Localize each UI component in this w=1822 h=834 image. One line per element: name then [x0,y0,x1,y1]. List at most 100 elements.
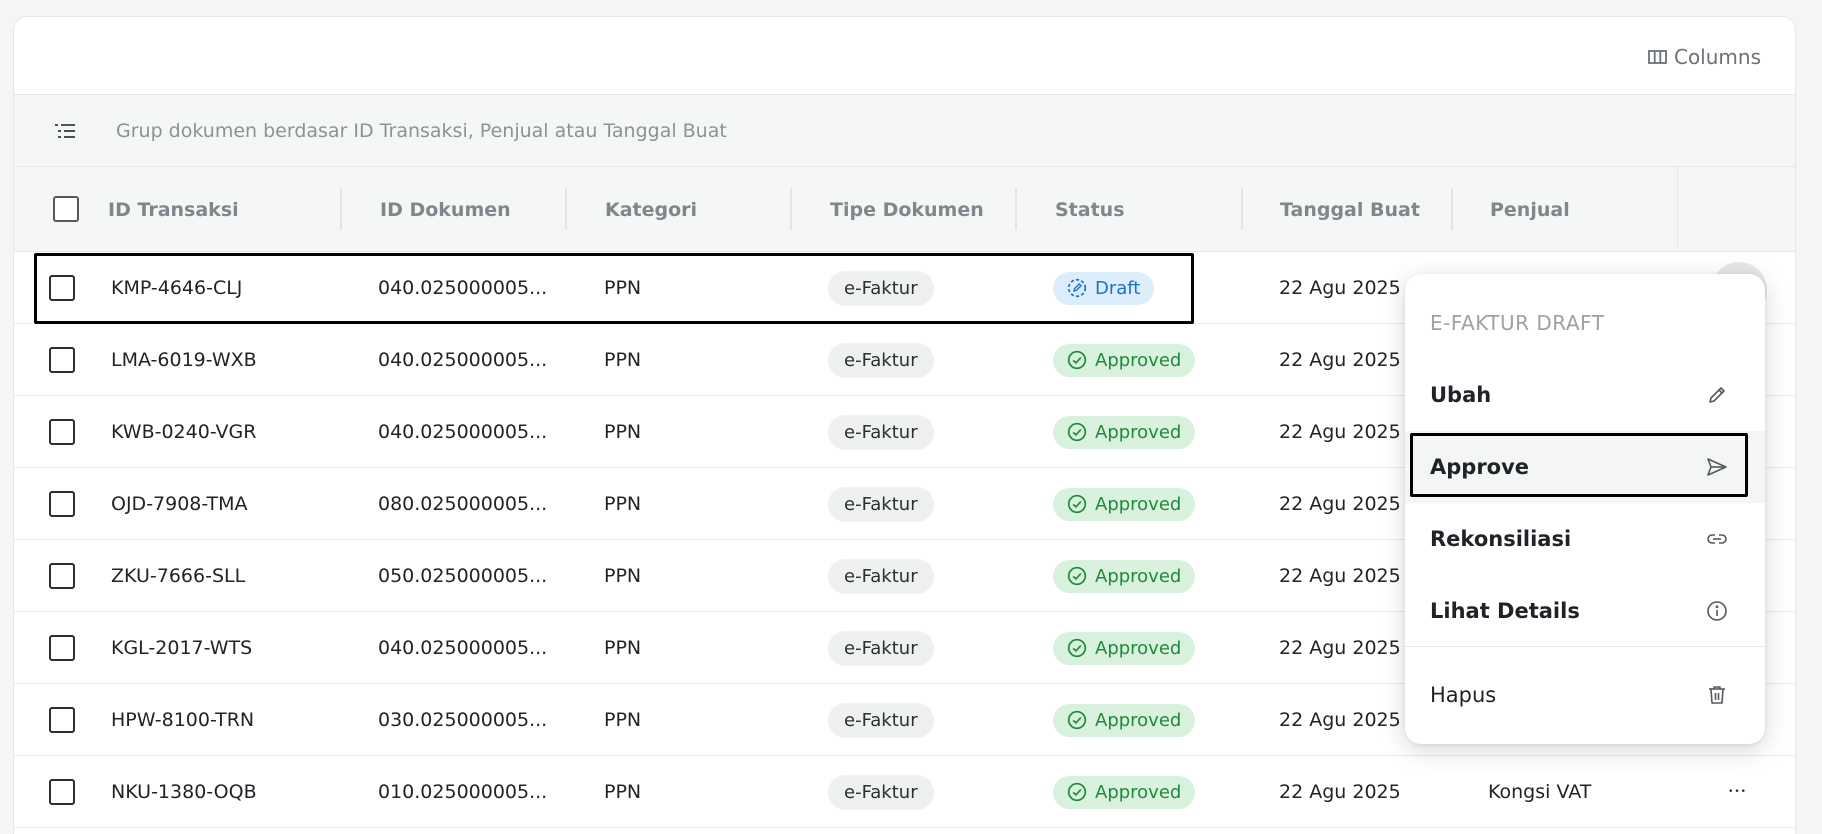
row-checkbox[interactable] [49,563,75,589]
column-resizer[interactable] [1015,188,1017,230]
menu-item-approve[interactable]: Approve [1405,431,1765,503]
row-checkbox[interactable] [49,347,75,373]
cell-id-transaksi: HPW-8100-TRN [111,709,255,731]
status-label: Approved [1095,493,1182,515]
status-label: Approved [1095,349,1182,371]
cell-id-transaksi: KGL-2017-WTS [111,637,253,659]
group-list-icon [55,123,75,138]
check-circle-icon [1067,350,1087,370]
status-label: Approved [1095,421,1182,443]
menu-item-label: Rekonsiliasi [1430,527,1572,551]
cell-penjual: Kongsi VAT [1488,781,1592,803]
cell-id-dokumen: 050.025000005... [378,565,548,587]
status-badge: Approved [1053,559,1196,593]
row-checkbox[interactable] [49,419,75,445]
send-icon [1707,458,1727,476]
column-header-penjual[interactable]: Penjual [1490,167,1570,252]
column-resizer[interactable] [1241,188,1243,230]
columns-icon [1648,50,1667,64]
columns-label: Columns [1673,45,1761,69]
column-header-id-transaksi[interactable]: ID Transaksi [108,167,239,252]
column-resizer[interactable] [790,188,792,230]
column-resizer[interactable] [340,188,342,230]
menu-item-lihat-details[interactable]: Lihat Details [1405,575,1765,647]
cell-id-transaksi: OJD-7908-TMA [111,493,248,515]
cell-tanggal-buat: 22 Agu 2025 [1279,781,1401,803]
cell-kategori: PPN [604,421,642,443]
check-circle-icon [1067,566,1087,586]
menu-item-label: Approve [1430,455,1530,479]
cell-kategori: PPN [604,637,642,659]
document-type-chip: e-Faktur [828,486,934,522]
row-checkbox[interactable] [49,707,75,733]
menu-item-label: Ubah [1430,383,1492,407]
cell-kategori: PPN [604,781,642,803]
menu-item-ubah[interactable]: Ubah [1405,359,1765,431]
status-badge: Draft [1053,271,1155,305]
document-type-chip: e-Faktur [828,558,934,594]
cell-status: Approved [1053,540,1196,612]
column-divider [1677,167,1678,252]
status-label: Approved [1095,709,1182,731]
cell-tanggal-buat: 22 Agu 2025 [1279,709,1401,731]
document-type-chip: e-Faktur [828,270,934,306]
column-header-tanggal-buat[interactable]: Tanggal Buat [1280,167,1420,252]
menu-item-label: Lihat Details [1430,599,1580,623]
cell-tanggal-buat: 22 Agu 2025 [1279,421,1401,443]
row-actions-more-icon[interactable]: ••• [1728,756,1747,828]
cell-status: Approved [1053,756,1196,828]
column-header-kategori[interactable]: Kategori [605,167,697,252]
check-circle-icon [1067,782,1087,802]
status-badge: Approved [1053,343,1196,377]
cell-id-dokumen: 040.025000005... [378,421,548,443]
row-checkbox[interactable] [49,779,75,805]
cell-id-dokumen: 030.025000005... [378,709,548,731]
row-checkbox[interactable] [49,491,75,517]
status-badge: Approved [1053,631,1196,665]
table-row[interactable]: NKU-1380-OQB 010.025000005... PPN e-Faktur A… [14,756,1795,828]
cell-id-transaksi: KMP-4646-CLJ [111,277,243,299]
cell-tipe-dokumen: e-Faktur [828,324,934,396]
document-type-chip: e-Faktur [828,774,934,810]
column-header-tipe-dokumen[interactable]: Tipe Dokumen [830,167,984,252]
select-all-checkbox[interactable] [53,196,79,222]
column-header-id-dokumen[interactable]: ID Dokumen [380,167,511,252]
table-toolbar: Columns [14,17,1795,95]
status-badge: Approved [1053,487,1196,521]
document-type-chip: e-Faktur [828,414,934,450]
row-checkbox[interactable] [49,635,75,661]
status-badge: Approved [1053,415,1196,449]
group-by-bar[interactable]: Grup dokumen berdasar ID Transaksi, Penj… [14,95,1795,167]
columns-button[interactable]: Columns [1648,45,1761,69]
cell-status: Approved [1053,324,1196,396]
status-badge: Approved [1053,775,1196,809]
cell-id-transaksi: NKU-1380-OQB [111,781,257,803]
column-header-status[interactable]: Status [1055,167,1125,252]
row-checkbox[interactable] [49,275,75,301]
menu-item-hapus[interactable]: Hapus [1405,659,1765,731]
status-label: Approved [1095,565,1182,587]
document-type-chip: e-Faktur [828,630,934,666]
cell-tanggal-buat: 22 Agu 2025 [1279,493,1401,515]
cell-tipe-dokumen: e-Faktur [828,540,934,612]
status-label: Approved [1095,637,1182,659]
cell-id-dokumen: 040.025000005... [378,637,548,659]
check-circle-icon [1067,422,1087,442]
menu-item-rekonsiliasi[interactable]: Rekonsiliasi [1405,503,1765,575]
trash-icon [1709,686,1725,704]
status-badge: Approved [1053,703,1196,737]
cell-kategori: PPN [604,565,642,587]
cell-tanggal-buat: 22 Agu 2025 [1279,637,1401,659]
check-circle-icon [1067,710,1087,730]
cell-tipe-dokumen: e-Faktur [828,684,934,756]
cell-kategori: PPN [604,709,642,731]
check-circle-icon [1067,638,1087,658]
cell-kategori: PPN [604,349,642,371]
column-resizer[interactable] [565,188,567,230]
column-resizer[interactable] [1451,188,1453,230]
status-label: Draft [1095,277,1141,299]
pencil-icon [1709,387,1725,403]
check-circle-icon [1067,494,1087,514]
cell-id-dokumen: 040.025000005... [378,277,548,299]
draft-status-icon [1067,278,1087,298]
